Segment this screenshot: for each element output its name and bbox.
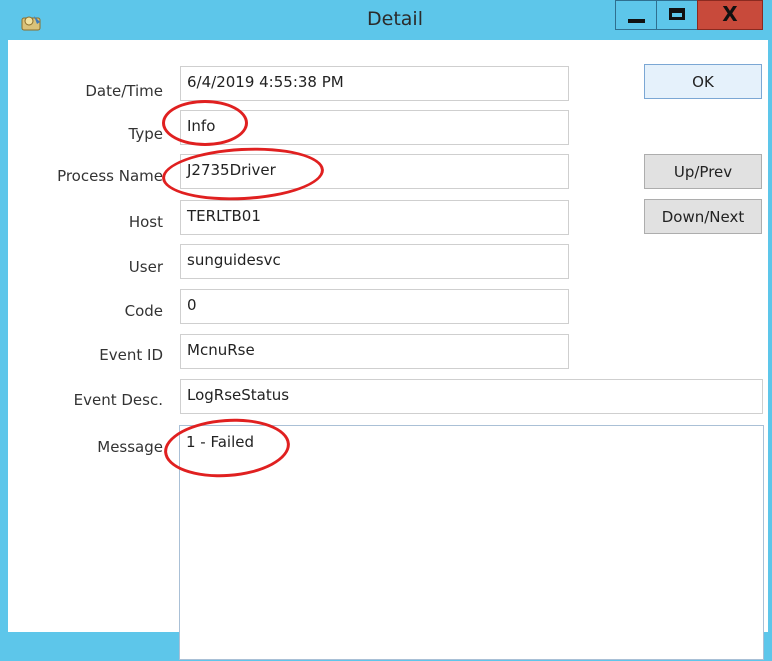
code-field[interactable]: 0: [180, 289, 569, 324]
maximize-icon: [669, 8, 685, 20]
label-user: User: [128, 258, 163, 276]
title-bar[interactable]: Detail X: [0, 0, 772, 40]
host-field[interactable]: TERLTB01: [180, 200, 569, 235]
detail-window: Detail X Date/Time Type Process Name Hos…: [0, 0, 772, 661]
label-code: Code: [124, 302, 163, 320]
close-button[interactable]: X: [697, 0, 763, 30]
label-event-id: Event ID: [99, 346, 163, 364]
label-process-name: Process Name: [57, 167, 163, 185]
app-icon: [21, 16, 41, 31]
window-title: Detail: [367, 8, 423, 30]
detail-panel: Date/Time Type Process Name Host User Co…: [8, 40, 768, 660]
type-field[interactable]: Info: [180, 110, 569, 145]
datetime-field[interactable]: 6/4/2019 4:55:38 PM: [180, 66, 569, 101]
label-type: Type: [128, 125, 163, 143]
event-id-field[interactable]: McnuRse: [180, 334, 569, 369]
label-host: Host: [128, 213, 163, 231]
minimize-button[interactable]: [615, 0, 657, 30]
maximize-button[interactable]: [656, 0, 698, 30]
ok-button[interactable]: OK: [644, 64, 762, 99]
message-textarea[interactable]: 1 - Failed: [179, 425, 764, 660]
down-next-button[interactable]: Down/Next: [644, 199, 762, 234]
event-desc-field[interactable]: LogRseStatus: [180, 379, 763, 414]
minimize-icon: [628, 19, 645, 23]
process-name-field[interactable]: J2735Driver: [180, 154, 569, 189]
close-icon: X: [722, 2, 738, 26]
up-prev-button[interactable]: Up/Prev: [644, 154, 762, 189]
user-field[interactable]: sunguidesvc: [180, 244, 569, 279]
label-message: Message: [97, 438, 163, 456]
label-event-desc: Event Desc.: [73, 391, 163, 409]
label-datetime: Date/Time: [85, 82, 163, 100]
